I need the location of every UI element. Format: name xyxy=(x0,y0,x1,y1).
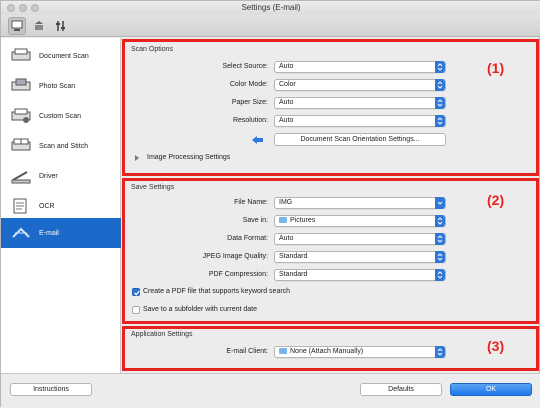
updown-arrows-icon xyxy=(435,233,445,245)
data-format-dropdown[interactable]: Auto xyxy=(274,233,446,245)
save-in-dropdown[interactable]: Pictures xyxy=(274,215,446,227)
save-in-label: Save in: xyxy=(242,217,268,224)
settings-content: Scan Options (1) Select Source: Auto Col… xyxy=(122,38,540,373)
ocr-icon xyxy=(9,196,33,216)
sidebar: Document Scan Photo Scan Custom Scan Sca… xyxy=(1,38,121,373)
folder-icon xyxy=(279,217,287,223)
file-name-combo[interactable]: IMG xyxy=(274,197,446,209)
defaults-button[interactable]: Defaults xyxy=(360,383,442,396)
updown-arrows-icon xyxy=(435,215,445,227)
orientation-icon xyxy=(252,136,263,144)
settings-window: Settings (E-mail) Document Scan Photo Sc… xyxy=(0,0,540,408)
chevron-down-icon xyxy=(435,197,445,209)
file-name-label: File Name: xyxy=(234,199,268,206)
resolution-dropdown[interactable]: Auto xyxy=(274,115,446,127)
data-format-value: Auto xyxy=(279,235,294,242)
scan-and-stitch-icon xyxy=(9,136,33,156)
sidebar-item-scan-and-stitch[interactable]: Scan and Stitch xyxy=(1,131,121,161)
scan-from-panel-tab[interactable] xyxy=(30,17,48,35)
callout-3: (3) xyxy=(487,338,505,354)
window-title: Settings (E-mail) xyxy=(241,3,301,12)
create-pdf-keyword-search-checkbox[interactable] xyxy=(132,288,140,296)
sidebar-item-email[interactable]: E-mail xyxy=(1,218,121,248)
sidebar-item-label: Document Scan xyxy=(39,52,89,60)
photo-scan-icon xyxy=(9,76,33,96)
file-name-value: IMG xyxy=(279,199,293,206)
disclosure-triangle-icon[interactable] xyxy=(134,155,140,161)
title-bar: Settings (E-mail) xyxy=(1,1,540,15)
resolution-value: Auto xyxy=(279,117,294,124)
create-pdf-keyword-search-label: Create a PDF file that supports keyword … xyxy=(143,288,291,295)
driver-icon xyxy=(9,166,33,186)
select-source-dropdown[interactable]: Auto xyxy=(274,61,446,73)
sidebar-item-label: Scan and Stitch xyxy=(39,142,89,150)
email-client-label: E-mail Client: xyxy=(226,348,268,355)
email-icon xyxy=(9,223,33,243)
updown-arrows-icon xyxy=(435,97,445,109)
document-scan-icon xyxy=(9,46,33,66)
scan-options-title: Scan Options xyxy=(131,46,174,53)
folder-icon xyxy=(279,348,287,354)
updown-arrows-icon xyxy=(435,251,445,263)
scan-from-panel-icon xyxy=(35,21,43,30)
select-source-value: Auto xyxy=(279,63,294,70)
jpeg-image-quality-value: Standard xyxy=(279,253,308,260)
scan-from-computer-icon xyxy=(11,20,23,31)
pdf-compression-label: PDF Compression: xyxy=(208,271,268,278)
general-settings-tab[interactable] xyxy=(52,17,70,35)
updown-arrows-icon xyxy=(435,115,445,127)
sidebar-item-label: Driver xyxy=(39,172,58,180)
toolbar xyxy=(1,15,540,37)
paper-size-value: Auto xyxy=(279,99,294,106)
paper-size-label: Paper Size: xyxy=(231,99,268,106)
minimize-window-button[interactable] xyxy=(19,4,27,12)
pdf-compression-value: Standard xyxy=(279,271,308,278)
email-client-value: None (Attach Manually) xyxy=(290,348,364,355)
jpeg-image-quality-dropdown[interactable]: Standard xyxy=(274,251,446,263)
updown-arrows-icon xyxy=(435,346,445,358)
updown-arrows-icon xyxy=(435,61,445,73)
document-scan-orientation-settings-button[interactable]: Document Scan Orientation Settings... xyxy=(274,133,446,146)
jpeg-image-quality-label: JPEG Image Quality: xyxy=(202,253,268,260)
resolution-label: Resolution: xyxy=(232,117,268,124)
save-settings-title: Save Settings xyxy=(131,184,175,191)
color-mode-dropdown[interactable]: Color xyxy=(274,79,446,91)
image-processing-settings-toggle[interactable]: Image Processing Settings xyxy=(147,154,230,161)
updown-arrows-icon xyxy=(435,269,445,281)
sidebar-item-label: Photo Scan xyxy=(39,82,76,90)
scan-from-computer-tab[interactable] xyxy=(8,17,26,35)
sidebar-item-ocr[interactable]: OCR xyxy=(1,191,121,221)
paper-size-dropdown[interactable]: Auto xyxy=(274,97,446,109)
general-settings-icon xyxy=(56,21,65,31)
color-mode-label: Color Mode: xyxy=(229,81,268,88)
save-to-subfolder-label: Save to a subfolder with current date xyxy=(143,306,258,313)
close-window-button[interactable] xyxy=(7,4,15,12)
sidebar-item-label: Custom Scan xyxy=(39,112,82,120)
sidebar-item-label: E-mail xyxy=(39,229,59,237)
ok-button[interactable]: OK xyxy=(450,383,532,396)
sidebar-item-photo-scan[interactable]: Photo Scan xyxy=(1,71,121,101)
callout-2: (2) xyxy=(487,192,505,208)
sidebar-item-label: OCR xyxy=(39,202,55,210)
instructions-button[interactable]: Instructions xyxy=(10,383,92,396)
sidebar-item-custom-scan[interactable]: Custom Scan xyxy=(1,101,121,131)
sidebar-item-driver[interactable]: Driver xyxy=(1,161,121,191)
color-mode-value: Color xyxy=(279,81,296,88)
save-to-subfolder-checkbox[interactable] xyxy=(132,306,140,314)
application-settings-title: Application Settings xyxy=(131,331,193,338)
zoom-window-button[interactable] xyxy=(31,4,39,12)
footer-bar: Instructions Defaults OK xyxy=(1,373,540,408)
checkmark-icon xyxy=(134,290,140,296)
updown-arrows-icon xyxy=(435,79,445,91)
custom-scan-icon xyxy=(9,106,33,126)
callout-1: (1) xyxy=(487,60,505,76)
save-in-value: Pictures xyxy=(290,217,316,224)
select-source-label: Select Source: xyxy=(222,63,268,70)
sidebar-item-document-scan[interactable]: Document Scan xyxy=(1,41,121,71)
pdf-compression-dropdown[interactable]: Standard xyxy=(274,269,446,281)
email-client-dropdown[interactable]: None (Attach Manually) xyxy=(274,346,446,358)
data-format-label: Data Format: xyxy=(227,235,268,242)
